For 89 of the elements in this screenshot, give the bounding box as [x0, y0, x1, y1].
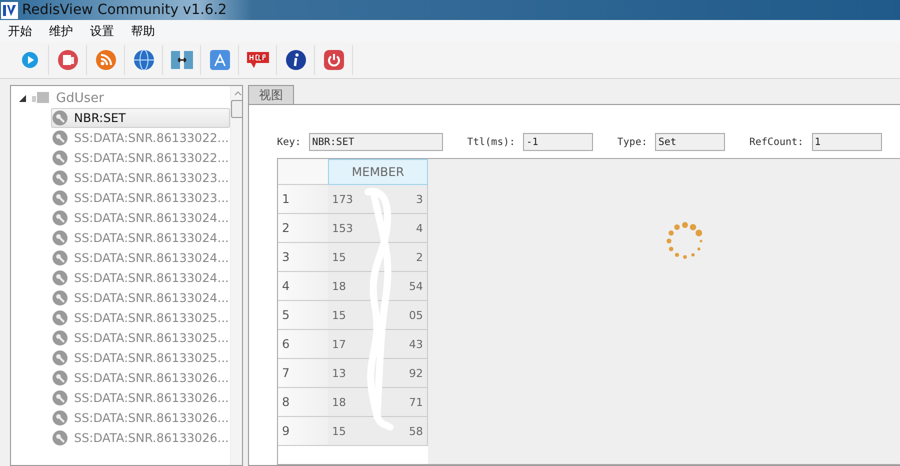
info-icon — [285, 49, 307, 71]
tree-item[interactable]: SS:DATA:SNR.86133024... — [51, 288, 230, 308]
tree-item[interactable]: SS:DATA:SNR.86133026... — [51, 368, 230, 388]
play-icon — [21, 51, 39, 69]
app-store-icon — [209, 49, 231, 71]
row-number: 2 — [278, 214, 328, 243]
tree-item[interactable]: SS:DATA:SNR.86133024... — [51, 208, 230, 228]
row-number: 1 — [278, 185, 328, 214]
table-cell: 05 — [409, 308, 423, 322]
tree-item[interactable]: NBR:SET — [51, 108, 230, 128]
table-cell: 13 — [332, 366, 346, 380]
key-icon — [52, 270, 68, 286]
tree-root-label[interactable]: GdUser — [56, 90, 104, 106]
database-icon — [32, 92, 50, 104]
input-field[interactable]: Set — [655, 133, 726, 151]
key-icon — [52, 170, 68, 186]
row-number: 9 — [278, 417, 328, 446]
table-cell: 92 — [409, 366, 423, 380]
power-icon — [323, 49, 345, 71]
input-field[interactable]: NBR:SET — [309, 133, 444, 151]
key-icon — [52, 110, 68, 126]
tree-item[interactable]: SS:DATA:SNR.86133026... — [51, 408, 230, 428]
key-icon — [52, 310, 68, 326]
field-label: Ttl(ms): — [467, 136, 516, 148]
row-number: 7 — [278, 359, 328, 388]
field-label: RefCount: — [749, 136, 804, 148]
key-icon — [52, 290, 68, 306]
key-icon — [52, 390, 68, 406]
tree-item[interactable]: SS:DATA:SNR.86133025... — [51, 328, 230, 348]
tree-item[interactable]: SS:DATA:SNR.86133022... — [51, 148, 230, 168]
input-field[interactable]: 1 — [812, 133, 882, 151]
table-cell: 18 — [332, 396, 346, 408]
table-cell: 43 — [409, 338, 423, 350]
table-cell: 15 — [332, 308, 346, 322]
tree-item[interactable]: SS:DATA:SNR.86133025... — [51, 348, 230, 368]
tree-item[interactable]: SS:DATA:SNR.86133024... — [51, 248, 230, 268]
expand-arrow-icon[interactable] — [19, 94, 26, 102]
field-label: Type: — [617, 136, 648, 148]
tree-item[interactable]: SS:DATA:SNR.86133026... — [51, 428, 230, 448]
menu-item[interactable]: 设置 — [82, 22, 123, 40]
row-number: 4 — [278, 272, 328, 301]
tree-item[interactable]: SS:DATA:SNR.86133022... — [51, 128, 230, 148]
key-icon — [52, 350, 68, 366]
row-number: 3 — [278, 243, 328, 272]
table-cell: 173 — [332, 192, 353, 206]
key-icon — [52, 230, 68, 246]
table-cell: 153 — [332, 222, 353, 234]
scrollbar[interactable] — [230, 86, 242, 465]
table-cell: 18 — [332, 280, 346, 292]
rss-icon — [95, 49, 117, 71]
key-icon — [52, 190, 68, 206]
servers-icon — [170, 49, 194, 71]
row-number: 5 — [278, 301, 328, 330]
tree-item[interactable]: SS:DATA:SNR.86133023... — [51, 168, 230, 188]
tree-item[interactable]: SS:DATA:SNR.86133025... — [51, 308, 230, 328]
column-header[interactable]: MEMBER — [328, 159, 428, 185]
table-cell: 71 — [409, 396, 423, 408]
table-cell: 3 — [416, 192, 423, 206]
table-cell: 2 — [416, 250, 423, 264]
table-cell: 58 — [409, 424, 423, 438]
tree-item[interactable]: SS:DATA:SNR.86133024... — [51, 268, 230, 288]
key-icon — [52, 150, 68, 166]
tab[interactable]: 视图 — [248, 85, 294, 104]
row-number: 8 — [278, 388, 328, 417]
key-icon — [52, 210, 68, 226]
scrollbar-thumb[interactable] — [230, 100, 242, 118]
key-icon — [52, 330, 68, 346]
globe-icon — [133, 49, 155, 71]
table-cell: 17 — [332, 338, 346, 350]
table-cell: 15 — [332, 424, 346, 438]
help-sign-icon — [246, 50, 270, 70]
table-cell: 54 — [409, 280, 423, 292]
tree-item[interactable]: SS:DATA:SNR.86133024... — [51, 228, 230, 248]
menu-item[interactable]: 开始 — [0, 22, 41, 40]
key-icon — [52, 250, 68, 266]
tree-item[interactable]: SS:DATA:SNR.86133026... — [51, 388, 230, 408]
window-title: RedisView Community v1.6.2 — [22, 2, 227, 18]
menu-item[interactable]: 帮助 — [123, 22, 164, 40]
table-cell: 15 — [332, 250, 346, 264]
key-icon — [52, 130, 68, 146]
input-field[interactable]: -1 — [523, 133, 594, 151]
table-cell: 4 — [416, 222, 423, 234]
key-icon — [52, 370, 68, 386]
key-icon — [52, 430, 68, 446]
field-label: Key: — [277, 136, 302, 148]
key-icon — [52, 410, 68, 426]
tree-item[interactable]: SS:DATA:SNR.86133023... — [51, 188, 230, 208]
row-number: 6 — [278, 330, 328, 359]
menu-item[interactable]: 维护 — [41, 22, 82, 40]
